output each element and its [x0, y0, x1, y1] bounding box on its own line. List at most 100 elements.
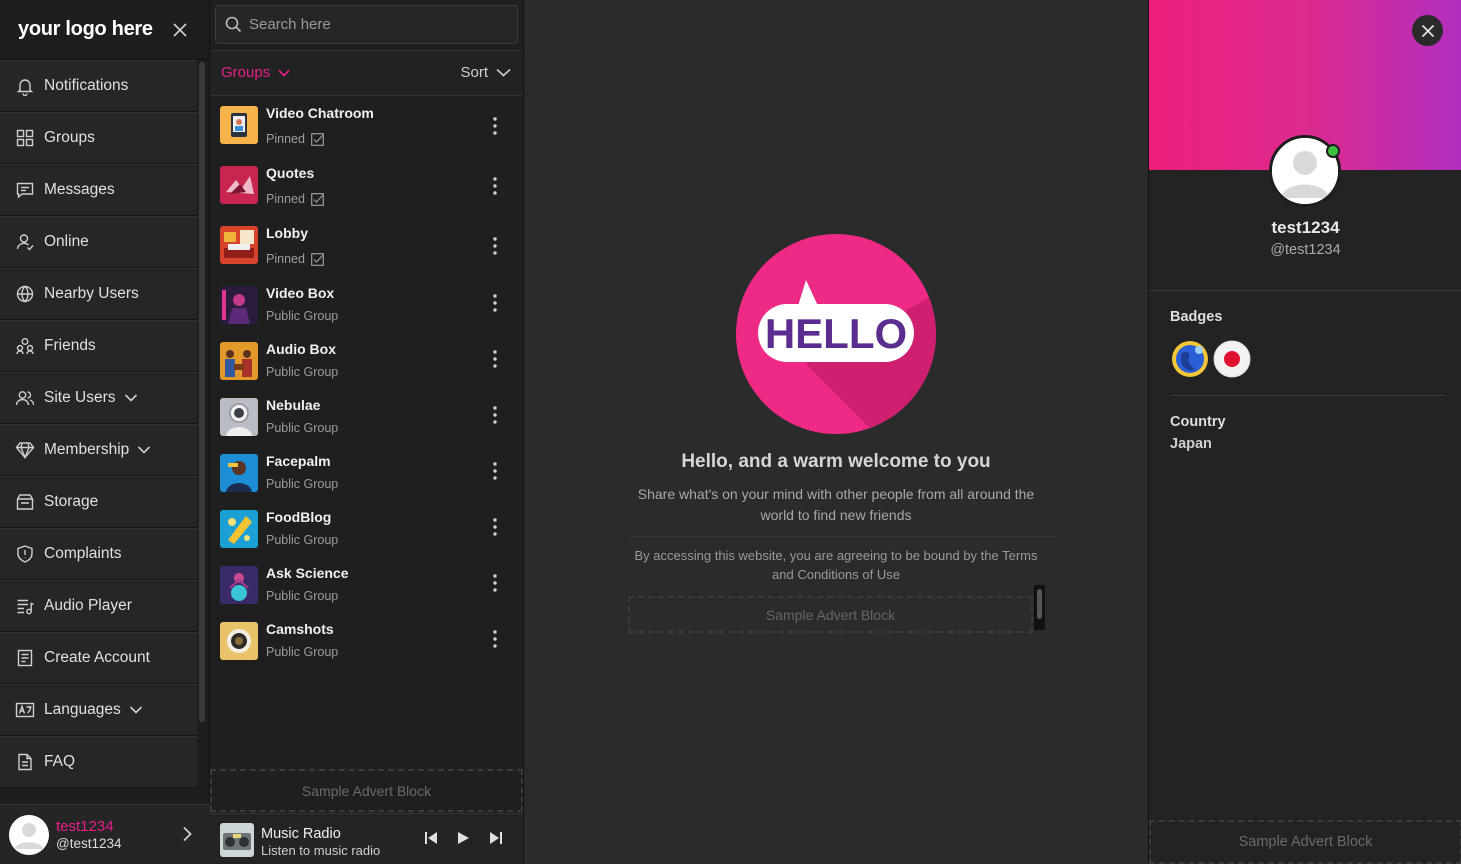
storage-icon: [14, 491, 36, 513]
sort-label: Sort: [460, 64, 488, 81]
japan-flag-badge-icon[interactable]: [1213, 340, 1251, 378]
group-row[interactable]: Camshots Public Group: [210, 612, 523, 668]
sidebar-item-faq[interactable]: FAQ: [0, 736, 197, 788]
group-name: Audio Box: [266, 341, 336, 357]
more-options-icon[interactable]: [491, 349, 499, 369]
group-row[interactable]: Nebulae Public Group: [210, 388, 523, 444]
sort-dropdown[interactable]: Sort: [460, 64, 511, 81]
group-thumbnail: [220, 510, 258, 548]
group-name: Nebulae: [266, 397, 321, 413]
logo-row: your logo here: [0, 0, 209, 60]
divider: [1170, 395, 1446, 396]
user-silhouette-icon: [9, 814, 49, 855]
search-input[interactable]: [249, 16, 509, 33]
sidebar-item-nearby-users[interactable]: Nearby Users: [0, 268, 197, 320]
divider: [1149, 290, 1461, 291]
group-row[interactable]: Ask Science Public Group: [210, 556, 523, 612]
playlist-icon: [14, 595, 36, 617]
play-icon[interactable]: [456, 831, 470, 845]
sidebar-item-membership[interactable]: Membership: [0, 424, 197, 476]
sidebar-item-label: Audio Player: [44, 597, 132, 614]
sidebar-scrollbar[interactable]: [199, 62, 205, 722]
group-thumbnail: [220, 226, 258, 264]
country-value: Japan: [1170, 436, 1212, 452]
group-thumbnail: [220, 622, 258, 660]
welcome-description: Share what's on your mind with other peo…: [637, 486, 1035, 523]
sidebar-item-online[interactable]: Online: [0, 216, 197, 268]
group-name: FoodBlog: [266, 509, 332, 525]
more-options-icon[interactable]: [491, 573, 499, 593]
group-row[interactable]: Video Chatroom Pinned: [210, 96, 523, 156]
sidebar-item-messages[interactable]: Messages: [0, 164, 197, 216]
chevron-down-icon: [129, 705, 143, 715]
sidebar-item-site-users[interactable]: Site Users: [0, 372, 197, 424]
current-user-row[interactable]: test1234 @test1234: [0, 804, 210, 864]
more-options-icon[interactable]: [491, 236, 499, 256]
document-icon: [14, 751, 36, 773]
sidebar-item-label: Groups: [44, 129, 95, 146]
pinned-check-icon: [311, 132, 324, 146]
previous-track-icon[interactable]: [424, 831, 438, 845]
more-options-icon[interactable]: [491, 176, 499, 196]
close-sidebar-button[interactable]: [171, 21, 189, 39]
groups-tab-dropdown[interactable]: Groups: [221, 64, 290, 81]
earth-badge-icon[interactable]: [1171, 340, 1209, 378]
sidebar-item-audio-player[interactable]: Audio Player: [0, 580, 197, 632]
search-icon: [225, 16, 242, 33]
sidebar-item-complaints[interactable]: Complaints: [0, 528, 197, 580]
sidebar-item-groups[interactable]: Groups: [0, 112, 197, 164]
current-user-handle: @test1234: [56, 835, 122, 851]
sidebar-item-label: Languages: [44, 701, 121, 718]
group-thumbnail: [220, 398, 258, 436]
player-title: Music Radio: [261, 826, 341, 842]
groups-list: Video Chatroom Pinned Quotes Pinned Lobb…: [210, 96, 523, 668]
chevron-down-icon: [278, 69, 290, 77]
group-row[interactable]: Audio Box Public Group: [210, 332, 523, 388]
pinned-check-icon: [311, 252, 324, 266]
chevron-down-icon: [137, 445, 151, 455]
pinned-check-icon: [311, 192, 324, 206]
group-name: Facepalm: [266, 453, 331, 469]
group-name: Video Box: [266, 285, 335, 301]
group-subtitle: Public Group: [266, 421, 339, 435]
chevron-right-icon[interactable]: [182, 826, 192, 847]
sidebar-item-languages[interactable]: Languages: [0, 684, 197, 736]
group-name: Camshots: [266, 621, 334, 637]
sidebar-item-label: Messages: [44, 181, 115, 198]
groups-advert-block: Sample Advert Block: [210, 769, 523, 812]
sidebar-item-notifications[interactable]: Notifications: [0, 60, 197, 112]
group-name: Quotes: [266, 165, 315, 181]
users-icon: [14, 387, 36, 409]
more-options-icon[interactable]: [491, 517, 499, 537]
more-options-icon[interactable]: [491, 461, 499, 481]
group-row[interactable]: FoodBlog Public Group: [210, 500, 523, 556]
more-options-icon[interactable]: [491, 405, 499, 425]
form-icon: [14, 647, 36, 669]
radio-thumbnail: [220, 823, 254, 857]
next-track-icon[interactable]: [489, 831, 503, 845]
profile-panel: test1234 @test1234 Badges Country Japan …: [1148, 0, 1461, 864]
sidebar-item-friends[interactable]: Friends: [0, 320, 197, 372]
diamond-icon: [14, 439, 36, 461]
sidebar-item-storage[interactable]: Storage: [0, 476, 197, 528]
more-options-icon[interactable]: [491, 116, 499, 136]
hello-speech-bubble-icon: HELLO: [736, 234, 936, 434]
close-profile-button[interactable]: [1412, 15, 1443, 46]
language-icon: [14, 699, 36, 721]
more-options-icon[interactable]: [491, 293, 499, 313]
group-row[interactable]: Lobby Pinned: [210, 216, 523, 276]
user-check-icon: [14, 231, 36, 253]
sidebar-item-create-account[interactable]: Create Account: [0, 632, 197, 684]
group-row[interactable]: Quotes Pinned: [210, 156, 523, 216]
music-player: Music Radio Listen to music radio: [210, 813, 523, 864]
terms-notice: By accessing this website, you are agree…: [634, 548, 1038, 582]
group-row[interactable]: Video Box Public Group: [210, 276, 523, 332]
group-subtitle: Public Group: [266, 533, 339, 547]
welcome-title: Hello, and a warm welcome to you: [681, 451, 991, 472]
sidebar: your logo here Notifications Groups Mess…: [0, 0, 210, 864]
group-thumbnail: [220, 342, 258, 380]
center-scrollbar[interactable]: [1034, 585, 1045, 630]
group-row[interactable]: Facepalm Public Group: [210, 444, 523, 500]
more-options-icon[interactable]: [491, 629, 499, 649]
search-box[interactable]: [215, 5, 518, 44]
